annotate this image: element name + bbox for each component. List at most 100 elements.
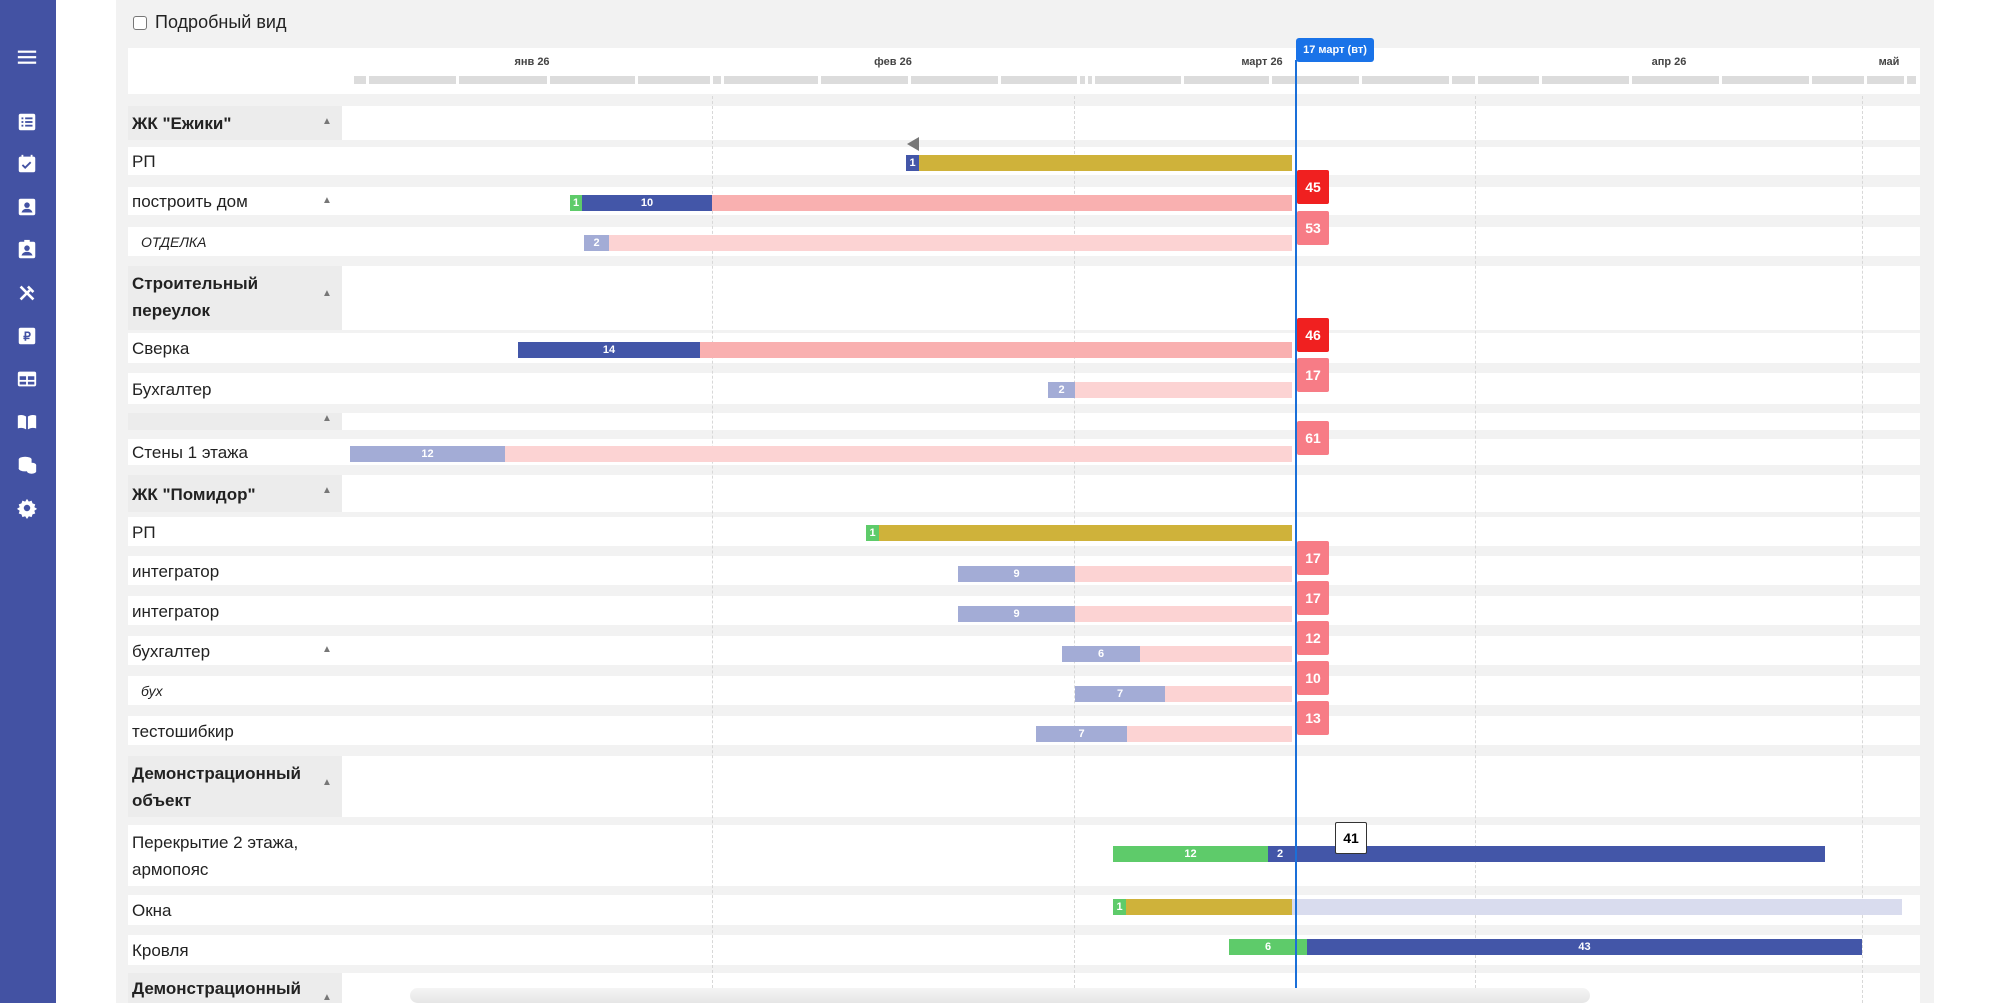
gantt-bar-segment[interactable]: 2 <box>1268 846 1292 862</box>
collapse-caret-icon[interactable]: ▲ <box>322 288 332 299</box>
gantt-bar-segment[interactable]: 14 <box>518 342 700 358</box>
collapse-caret-icon[interactable]: ▲ <box>322 413 332 424</box>
collapse-caret-icon[interactable]: ▲ <box>322 195 332 206</box>
gantt-bar-segment[interactable]: 12 <box>350 446 505 462</box>
overdue-badge[interactable]: 61 <box>1297 421 1329 455</box>
gantt-bar-segment[interactable]: 1 <box>1113 899 1126 915</box>
gantt-bar-segment[interactable] <box>1165 686 1292 702</box>
gantt-bar-segment[interactable]: 1 <box>906 155 919 171</box>
month-label: фев 26 <box>874 56 912 68</box>
task-row[interactable]: Бухгалтер <box>128 373 1920 404</box>
row-label-line2: объект <box>132 791 192 810</box>
task-row[interactable]: бух <box>128 676 1920 705</box>
contacts-icon[interactable] <box>15 238 39 262</box>
table-icon[interactable] <box>15 367 39 391</box>
week-tick <box>1867 76 1904 84</box>
gantt-bar-segment[interactable] <box>1292 846 1825 862</box>
overdue-badge[interactable]: 46 <box>1297 318 1329 352</box>
remaining-days-badge[interactable]: 41 <box>1335 822 1367 854</box>
group-row[interactable]: переулок Строительный <box>128 266 1920 330</box>
group-row[interactable]: объект Демонстрационный <box>128 756 1920 817</box>
gantt-bar-segment[interactable] <box>1075 606 1292 622</box>
calendar-check-icon[interactable] <box>15 152 39 176</box>
sidebar: ₽ <box>0 0 56 1003</box>
today-badge: 17 март (вт) <box>1296 38 1374 62</box>
collapse-caret-icon[interactable]: ▲ <box>322 485 332 496</box>
group-row[interactable]: ЖК "Ежики" <box>128 106 1920 140</box>
overdue-badge[interactable]: 12 <box>1297 621 1329 655</box>
svg-text:₽: ₽ <box>23 330 31 344</box>
overdue-badge[interactable]: 10 <box>1297 661 1329 695</box>
week-tick <box>459 76 547 84</box>
gantt-bar-segment[interactable]: 2 <box>1048 382 1075 398</box>
row-label: РП <box>132 152 156 171</box>
row-label: бух <box>141 682 163 699</box>
overdue-badge[interactable]: 53 <box>1297 211 1329 245</box>
tools-icon[interactable] <box>15 281 39 305</box>
collapse-caret-icon[interactable]: ▲ <box>322 992 332 1003</box>
task-row[interactable]: бухгалтер <box>128 636 1920 665</box>
row-label: Сверка <box>132 339 190 358</box>
week-tick <box>1001 76 1077 84</box>
overdue-badge[interactable]: 45 <box>1297 170 1329 204</box>
overdue-badge[interactable]: 17 <box>1297 581 1329 615</box>
menu-icon[interactable] <box>15 45 39 69</box>
gantt-bar-segment[interactable] <box>1140 646 1292 662</box>
week-tick <box>1272 76 1359 84</box>
row-label: интегратор <box>132 601 220 621</box>
gantt-bar-segment[interactable] <box>505 446 1292 462</box>
user-icon[interactable] <box>15 195 39 219</box>
gantt-bar-segment[interactable]: 2 <box>584 235 609 251</box>
gantt-bar-segment[interactable]: 12 <box>1113 846 1268 862</box>
book-icon[interactable] <box>15 410 39 434</box>
group-row[interactable]: ЖК "Помидор" <box>128 475 1920 512</box>
gantt-bar-segment[interactable]: 1 <box>866 525 879 541</box>
row-label: Бухгалтер <box>132 379 212 399</box>
coins-icon[interactable] <box>15 453 39 477</box>
detail-view-checkbox[interactable] <box>133 15 147 30</box>
gantt-bar-segment[interactable]: 7 <box>1075 686 1165 702</box>
gantt-bar-segment[interactable]: 43 <box>1307 939 1862 955</box>
gantt-bar-segment[interactable] <box>1127 726 1292 742</box>
ruble-icon[interactable]: ₽ <box>15 324 39 348</box>
gantt-bar-segment[interactable]: 10 <box>582 195 712 211</box>
row-label: Окна <box>132 901 172 920</box>
gantt-bar-segment[interactable]: 1 <box>570 195 582 211</box>
week-tick <box>821 76 908 84</box>
week-tick <box>1362 76 1449 84</box>
gantt-bar-segment[interactable] <box>712 195 1292 211</box>
collapse-caret-icon[interactable]: ▲ <box>322 777 332 788</box>
overdue-badge[interactable]: 17 <box>1297 541 1329 575</box>
overdue-badge[interactable]: 17 <box>1297 358 1329 392</box>
gantt-bar-segment[interactable]: 7 <box>1036 726 1127 742</box>
overdue-badge[interactable]: 13 <box>1297 701 1329 735</box>
list-icon[interactable] <box>15 110 39 134</box>
gantt-bar-segment[interactable] <box>1075 566 1292 582</box>
week-tick <box>1907 76 1916 84</box>
row-label: РП <box>132 522 156 542</box>
gantt-bar-segment[interactable] <box>879 525 1292 541</box>
row-label: интегратор <box>132 561 220 581</box>
today-line <box>1295 60 1297 1003</box>
gantt-bar-segment[interactable]: 9 <box>958 566 1075 582</box>
row-label: ЖК "Ежики" <box>132 114 232 133</box>
gantt-bar-segment[interactable] <box>700 342 1292 358</box>
gantt-bar-segment[interactable]: 6 <box>1062 646 1140 662</box>
gantt-bar-segment[interactable] <box>919 155 1292 171</box>
week-tick <box>1632 76 1719 84</box>
gantt-bar-segment[interactable] <box>1075 382 1292 398</box>
collapse-caret-icon[interactable]: ▲ <box>322 116 332 127</box>
group-row[interactable] <box>128 413 1920 430</box>
gantt-bar-segment[interactable] <box>609 235 1292 251</box>
gantt-bar-segment[interactable]: 9 <box>958 606 1075 622</box>
collapse-caret-icon[interactable]: ▲ <box>322 644 332 655</box>
detail-view-label: Подробный вид <box>155 12 287 32</box>
grid-line <box>1862 96 1863 1003</box>
gear-icon[interactable] <box>15 496 39 520</box>
detail-view-toggle[interactable]: Подробный вид <box>133 12 286 33</box>
week-tick <box>354 76 366 84</box>
gantt-bar-segment[interactable] <box>1126 899 1292 915</box>
row-label: Демонстрационный <box>132 764 301 783</box>
gantt-bar-segment[interactable] <box>1292 899 1902 915</box>
task-row[interactable]: тестошибкир <box>128 716 1920 745</box>
